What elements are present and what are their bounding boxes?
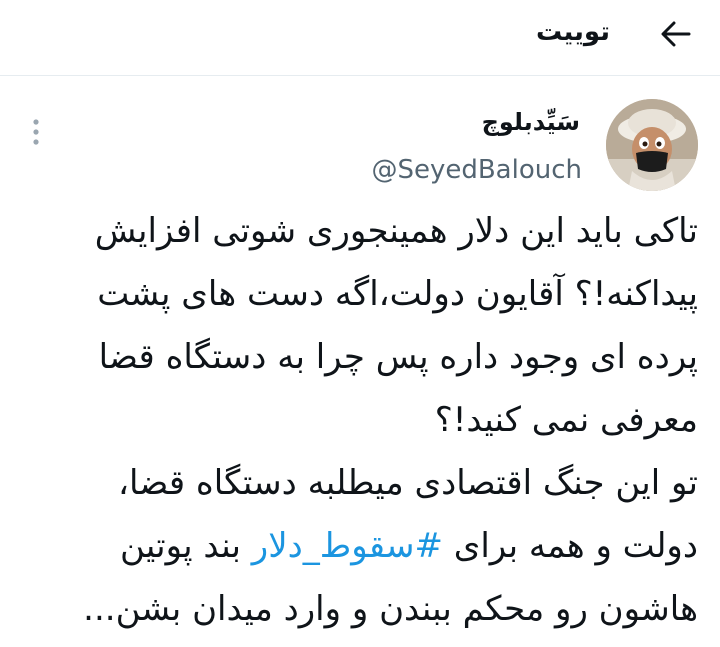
- author-display-name[interactable]: سَیِّدبلوچ: [482, 104, 580, 140]
- tweet-line: تاکی باید این دلار همینجوری شوتی افزایش: [94, 211, 698, 251]
- more-vertical-icon: [33, 119, 39, 145]
- more-options-button[interactable]: [24, 112, 48, 152]
- back-button[interactable]: [654, 14, 698, 54]
- hashtag-link[interactable]: #سقوط_دلار: [252, 526, 443, 566]
- author-avatar[interactable]: [606, 99, 698, 191]
- tweet-line: تو این جنگ اقتصادی میطلبه دستگاه قضا،: [118, 463, 698, 503]
- tweet-line: پیداکنه!؟ آقایون دولت،اگه دست های پشت: [97, 274, 698, 314]
- page-title: توییت: [536, 17, 610, 47]
- tweet-line-text: بند پوتین: [119, 526, 252, 566]
- avatar-image: [606, 99, 698, 191]
- top-header: توییت: [0, 0, 720, 76]
- tweet-line: هاشون رو محکم ببندن و وارد میدان بشن...: [83, 589, 698, 629]
- author-handle[interactable]: @SeyedBalouch: [371, 152, 582, 188]
- arrow-left-icon: [661, 21, 691, 47]
- tweet-line: دولت و همه برای #سقوط_دلار بند پوتین: [18, 515, 698, 578]
- tweet-line: معرفی نمی کنید!؟: [434, 400, 698, 440]
- tweet-text: تاکی باید این دلار همینجوری شوتی افزایش …: [18, 200, 698, 641]
- tweet-line: پرده ای وجود داره پس چرا به دستگاه قضا: [98, 337, 698, 377]
- tweet-line-text: دولت و همه برای: [442, 526, 698, 566]
